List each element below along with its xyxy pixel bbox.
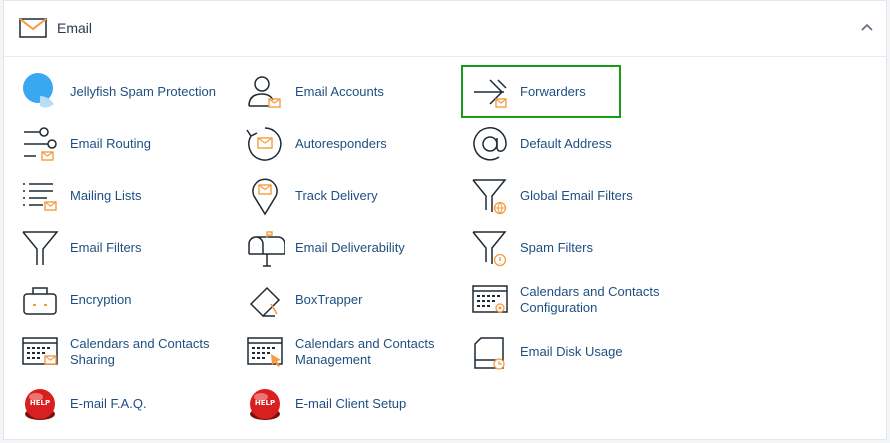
tool-email-faq[interactable]: HELP E-mail F.A.Q. [19,381,234,427]
tool-default-address[interactable]: Default Address [469,121,684,167]
tool-calendars-contacts-configuration[interactable]: Calendars and Contacts Configuration [469,277,684,323]
envelope-icon [19,18,47,43]
tool-spam-filters[interactable]: Spam Filters [469,225,684,271]
autoresponders-icon [244,123,286,165]
tool-label: Jellyfish Spam Protection [70,84,216,99]
spam-filter-icon [469,227,511,269]
section-title: Email [57,20,93,36]
tool-mailing-lists[interactable]: Mailing Lists [19,173,234,219]
email-panel: Email Jellyfish Spam Protection Email Ac… [3,0,887,440]
tool-calendars-contacts-sharing[interactable]: Calendars and Contacts Sharing [19,329,234,375]
global-filter-icon [469,175,511,217]
tool-label: Email Filters [70,240,142,255]
tool-global-email-filters[interactable]: Global Email Filters [469,173,684,219]
svg-text:HELP: HELP [30,399,50,407]
tool-label: Autoresponders [295,136,387,151]
tool-boxtrapper[interactable]: BoxTrapper [244,277,459,323]
tool-label: BoxTrapper [295,292,363,307]
tool-label: Email Accounts [295,84,384,99]
help-button-icon: HELP [19,383,61,425]
tool-calendars-contacts-management[interactable]: Calendars and Contacts Management [244,329,459,375]
tool-track-delivery[interactable]: Track Delivery [244,173,459,219]
svg-text:HELP: HELP [255,399,275,407]
boxtrapper-icon [244,279,286,321]
tool-autoresponders[interactable]: Autoresponders [244,121,459,167]
track-delivery-icon [244,175,286,217]
at-sign-icon [469,123,511,165]
tool-label: E-mail F.A.Q. [70,396,147,411]
tool-encryption[interactable]: Encryption [19,277,234,323]
tool-label: E-mail Client Setup [295,396,407,411]
tool-label: Default Address [520,136,612,151]
tool-label: Forwarders [520,84,586,99]
calendar-sharing-icon [19,331,61,373]
mailbox-icon [244,227,286,269]
tool-label: Global Email Filters [520,188,633,203]
tool-label: Calendars and Contacts Sharing [70,336,210,367]
tool-email-deliverability[interactable]: Email Deliverability [244,225,459,271]
tool-label: Email Deliverability [295,240,405,255]
tool-jellyfish-spam-protection[interactable]: Jellyfish Spam Protection [19,69,234,115]
calendar-config-icon [469,279,511,321]
encryption-icon [19,279,61,321]
tool-label: Encryption [70,292,132,307]
tool-email-accounts[interactable]: Email Accounts [244,69,459,115]
chevron-up-icon[interactable] [860,21,874,35]
tool-label: Spam Filters [520,240,593,255]
mailing-lists-icon [19,175,61,217]
email-routing-icon [19,123,61,165]
tool-forwarders[interactable]: Forwarders [469,69,684,115]
tool-label: Email Routing [70,136,151,151]
filter-icon [19,227,61,269]
forwarders-icon [469,71,511,113]
panel-header[interactable]: Email [4,1,886,57]
tool-email-filters[interactable]: Email Filters [19,225,234,271]
tool-email-client-setup[interactable]: HELP E-mail Client Setup [244,381,459,427]
jellyfish-icon [19,71,61,113]
tool-label: Calendars and Contacts Management [295,336,435,367]
tool-label: Calendars and Contacts Configuration [520,284,660,315]
tool-label: Email Disk Usage [520,344,623,359]
tool-email-disk-usage[interactable]: Email Disk Usage [469,329,684,375]
help-button-icon: HELP [244,383,286,425]
tool-label: Mailing Lists [70,188,142,203]
email-accounts-icon [244,71,286,113]
tool-label: Track Delivery [295,188,378,203]
calendar-management-icon [244,331,286,373]
tool-email-routing[interactable]: Email Routing [19,121,234,167]
disk-usage-icon [469,331,511,373]
